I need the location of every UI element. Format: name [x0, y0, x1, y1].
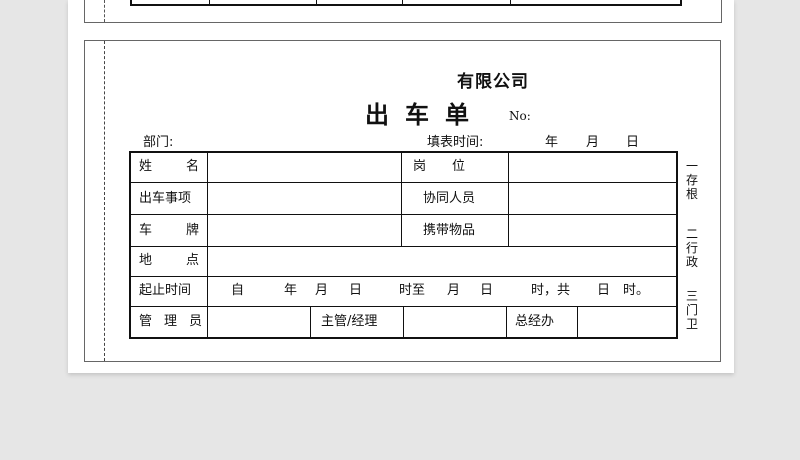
- copy-2-label: 二行政: [685, 227, 698, 269]
- period-year: 年: [284, 283, 298, 298]
- period-from: 自: [231, 283, 245, 298]
- form-number-label: No:: [509, 109, 531, 123]
- date-year-label: 年: [545, 135, 559, 150]
- copy-3-label: 三门卫: [685, 289, 698, 331]
- form-title: 出车单: [365, 100, 485, 129]
- tear-line: [104, 41, 105, 361]
- location-label: 地点: [139, 253, 234, 268]
- period-days: 日: [597, 283, 611, 298]
- copy-1-label: 一存根: [685, 159, 698, 201]
- name-label: 姓名: [139, 159, 234, 174]
- period-month-2: 月: [447, 283, 461, 298]
- period-hour-to: 时至: [399, 283, 426, 298]
- company-name: 有限公司: [457, 72, 529, 92]
- period-day: 日: [349, 283, 363, 298]
- form-table: 姓名 岗位 出车事项 协同人员 车牌 携带物品 地点 起止时间 自 年 月 日 …: [129, 151, 678, 339]
- period-hours-end: 时。: [623, 283, 650, 298]
- tear-line: [104, 0, 105, 22]
- manager-label: 管理员: [139, 314, 215, 329]
- period-total: 时，共: [531, 283, 571, 298]
- period-day-2: 日: [480, 283, 494, 298]
- plate-label: 车牌: [139, 223, 234, 238]
- vehicle-dispatch-form: 有限公司 出车单 No: 部门: 填表时间: 年 月 日 姓名 岗位 出车事项 …: [84, 40, 721, 362]
- companion-label: 协同人员: [423, 191, 476, 206]
- previous-form-table: [130, 0, 682, 6]
- department-label: 部门:: [143, 135, 174, 150]
- previous-form-bottom: [84, 0, 722, 23]
- gm-office-label: 总经办: [515, 314, 555, 329]
- position-label: 岗位: [413, 159, 492, 174]
- date-month-label: 月: [586, 135, 600, 150]
- period-label: 起止时间: [139, 283, 192, 298]
- fill-time-label: 填表时间:: [427, 135, 484, 150]
- supervisor-label: 主管/经理: [321, 314, 378, 329]
- purpose-label: 出车事项: [139, 191, 192, 206]
- items-label: 携带物品: [423, 223, 476, 238]
- date-day-label: 日: [626, 135, 640, 150]
- period-month: 月: [315, 283, 329, 298]
